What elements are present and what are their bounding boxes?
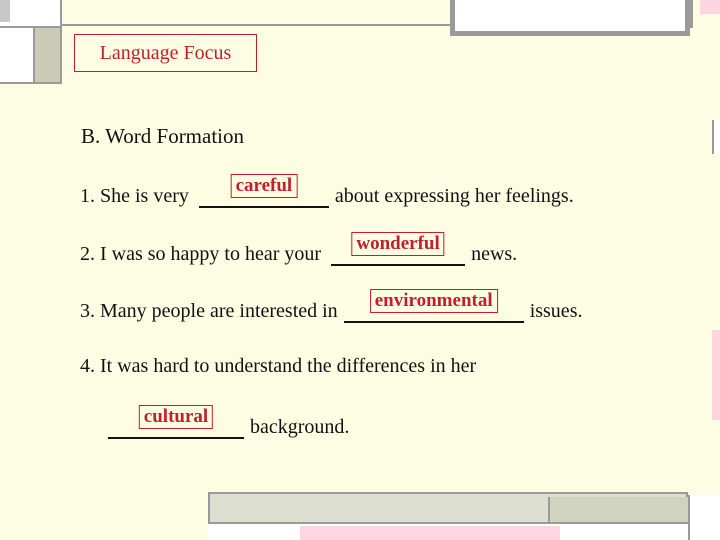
frame-block bbox=[0, 0, 10, 22]
answer-box: careful bbox=[230, 174, 298, 198]
item-text-before: 2. I was so happy to hear your bbox=[80, 243, 322, 265]
exercise-item-3: 3. Many people are interested in environ… bbox=[80, 289, 583, 323]
section-title: Language Focus bbox=[99, 41, 232, 64]
answer-blank: cultural bbox=[108, 405, 244, 439]
answer-box: cultural bbox=[138, 405, 214, 429]
item-text-after: news. bbox=[471, 243, 518, 265]
frame-line bbox=[690, 0, 693, 28]
item-text-after: background. bbox=[250, 416, 350, 438]
answer-blank: environmental bbox=[343, 289, 524, 323]
exercise-item-4-continued: cultural background. bbox=[104, 405, 350, 439]
frame-block bbox=[62, 0, 452, 26]
item-text-before: 1. She is very bbox=[80, 185, 189, 207]
item-text-after: issues. bbox=[529, 300, 583, 322]
frame-block bbox=[450, 0, 690, 36]
frame-block bbox=[712, 120, 720, 154]
frame-block bbox=[300, 526, 560, 540]
frame-block bbox=[688, 495, 720, 540]
exercise-item-1: 1. She is very careful about expressing … bbox=[80, 174, 574, 208]
exercise-heading: B. Word Formation bbox=[81, 124, 245, 148]
item-text-before: 3. Many people are interested in bbox=[80, 300, 338, 322]
answer-box: wonderful bbox=[351, 232, 445, 256]
frame-block bbox=[700, 0, 720, 14]
section-title-box: Language Focus bbox=[74, 34, 257, 72]
answer-blank: careful bbox=[198, 174, 329, 208]
item-text-line1: 4. It was hard to understand the differe… bbox=[80, 355, 477, 377]
exercise-item-4: 4. It was hard to understand the differe… bbox=[80, 355, 476, 378]
exercise-item-2: 2. I was so happy to hear your wonderful… bbox=[80, 232, 518, 266]
item-text-after: about expressing her feelings. bbox=[334, 185, 574, 207]
answer-box: environmental bbox=[369, 289, 498, 313]
frame-block bbox=[35, 28, 62, 84]
frame-block bbox=[0, 28, 35, 84]
answer-blank: wonderful bbox=[331, 232, 466, 266]
frame-block bbox=[712, 330, 720, 420]
